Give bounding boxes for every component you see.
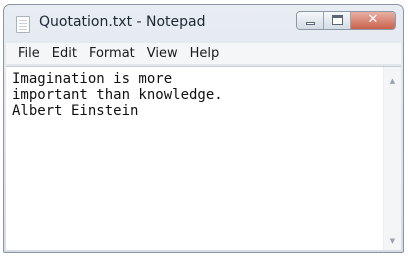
menu-file[interactable]: File	[12, 44, 46, 64]
menu-format[interactable]: Format	[83, 44, 141, 64]
scroll-up-icon[interactable]: ▲	[384, 76, 401, 86]
minimize-button[interactable]	[297, 12, 324, 29]
minimize-icon	[306, 22, 315, 25]
document-text[interactable]: Imagination is more important than knowl…	[12, 71, 377, 246]
window-controls: ✕	[296, 11, 396, 30]
close-button[interactable]: ✕	[351, 12, 395, 29]
title-bar[interactable]: Quotation.txt - Notepad ✕	[4, 5, 403, 43]
menu-edit[interactable]: Edit	[46, 44, 83, 64]
menu-view[interactable]: View	[141, 44, 184, 64]
notepad-icon[interactable]	[16, 16, 30, 33]
maximize-button[interactable]	[324, 12, 351, 29]
scroll-down-icon[interactable]: ▼	[384, 236, 401, 246]
notepad-window: Quotation.txt - Notepad ✕ File Edit Form…	[3, 4, 404, 253]
vertical-scrollbar[interactable]: ▲ ▼	[383, 67, 401, 250]
maximize-icon	[332, 15, 343, 25]
menu-bar: File Edit Format View Help	[6, 43, 401, 65]
menu-help[interactable]: Help	[184, 44, 226, 64]
window-title: Quotation.txt - Notepad	[39, 14, 206, 30]
close-icon: ✕	[367, 12, 379, 27]
text-editor-area[interactable]: Imagination is more important than knowl…	[6, 66, 401, 250]
